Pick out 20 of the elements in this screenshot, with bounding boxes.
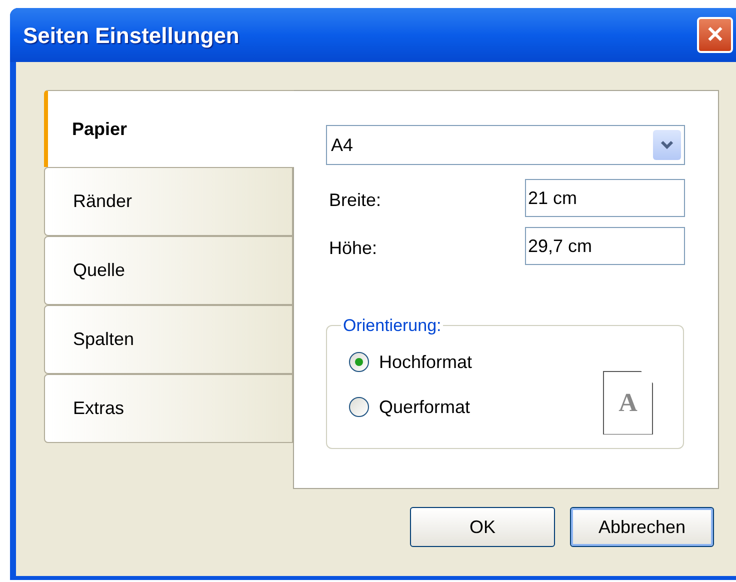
field-label: Breite: xyxy=(328,188,382,212)
group-legend: Orientierung: xyxy=(341,313,444,338)
dialog-button[interactable]: Abbrechen xyxy=(570,507,714,547)
tab[interactable]: Ränder xyxy=(44,167,293,236)
radio-button[interactable] xyxy=(349,397,369,417)
radio-option[interactable]: Querformat xyxy=(349,394,472,420)
window-title: Seiten Einstellungen xyxy=(23,22,240,50)
close-button[interactable]: ✕ xyxy=(697,17,733,53)
tab[interactable]: Quelle xyxy=(44,236,293,305)
radio-option[interactable]: Hochformat xyxy=(349,348,472,376)
field-label: Höhe: xyxy=(328,236,378,260)
tab[interactable]: Extras xyxy=(44,374,293,443)
dialog-button[interactable]: OK xyxy=(410,507,555,547)
portrait-page-icon: A xyxy=(603,370,653,434)
input-field[interactable]: 29,7 cm xyxy=(525,227,685,265)
tab[interactable]: Papier xyxy=(44,90,294,167)
radio-button[interactable] xyxy=(349,352,369,372)
input-field[interactable]: 21 cm xyxy=(525,179,685,217)
tab[interactable]: Spalten xyxy=(44,305,293,374)
paper-size-dropdown[interactable]: A4 xyxy=(326,125,685,165)
